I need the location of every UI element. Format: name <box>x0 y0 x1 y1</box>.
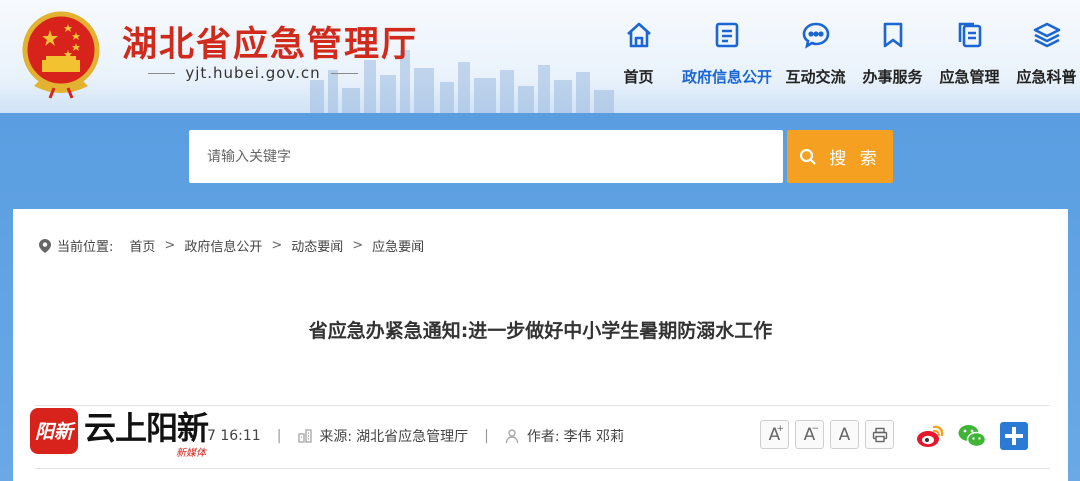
font-decrease-button[interactable]: A − <box>795 420 824 449</box>
watermark-text: 云上阳新 <box>84 409 209 447</box>
nav-label: 应急科普 <box>1016 68 1077 86</box>
plus-icon: + <box>776 424 784 434</box>
national-emblem-icon <box>22 11 100 99</box>
font-increase-button[interactable]: A + <box>760 420 789 449</box>
article-title: 省应急办紧急通知:进一步做好中小学生暑期防溺水工作 <box>308 320 773 342</box>
site-domain: yjt.hubei.gov.cn <box>148 64 359 82</box>
more-share-icon[interactable] <box>999 421 1029 451</box>
nav-label: 办事服务 <box>862 68 923 86</box>
search-box <box>189 130 783 183</box>
chat-icon <box>802 22 829 49</box>
breadcrumb-separator: > <box>352 238 364 253</box>
breadcrumb-emergency-news[interactable]: 应急要闻 <box>372 236 424 255</box>
search-button[interactable]: 搜 索 <box>787 130 893 183</box>
divider <box>148 72 176 74</box>
site-title: 湖北省应急管理厅 <box>122 24 419 65</box>
article-tools: A + A − A <box>760 420 894 449</box>
breadcrumb-news[interactable]: 动态要闻 <box>291 236 343 255</box>
search-button-label: 搜 索 <box>829 149 881 169</box>
breadcrumb-prefix: 当前位置: <box>57 240 114 255</box>
nav-item-services[interactable]: 办事服务 <box>854 20 931 87</box>
search-icon <box>800 148 817 165</box>
breadcrumb: 当前位置: 首页 > 政府信息公开 > 动态要闻 > 应急要闻 <box>39 236 424 255</box>
nav-item-home[interactable]: 首页 <box>600 20 677 87</box>
layers-icon <box>1033 22 1060 48</box>
home-icon <box>626 22 651 48</box>
nav-item-gov-info[interactable]: 政府信息公开 <box>677 20 777 87</box>
nav-label: 应急管理 <box>939 68 1000 86</box>
site-domain-text: yjt.hubei.gov.cn <box>185 64 321 82</box>
font-reset-label: A <box>838 424 851 445</box>
main-nav: 首页 政府信息公开 互动交流 办事服务 应急管理 应急科普 <box>600 20 1080 87</box>
nav-item-science[interactable]: 应急科普 <box>1008 20 1080 87</box>
breadcrumb-separator: > <box>164 238 176 253</box>
search-input[interactable] <box>189 130 783 183</box>
nav-item-interaction[interactable]: 互动交流 <box>777 20 854 87</box>
source-value: 湖北省应急管理厅 <box>356 429 469 445</box>
meta-separator: | <box>276 428 282 444</box>
minus-icon: − <box>811 424 819 434</box>
files-icon <box>958 22 981 48</box>
location-pin-icon <box>39 238 51 253</box>
author-label: 作者: <box>526 429 560 445</box>
nav-label: 首页 <box>623 68 654 86</box>
divider <box>330 72 359 74</box>
site-header: 湖北省应急管理厅 yjt.hubei.gov.cn 首页 政府信息公开 互动交流 <box>0 0 1080 113</box>
source-label: 来源: <box>319 429 353 445</box>
author-icon <box>505 429 519 444</box>
watermark-logo-text: 阳新 <box>35 421 74 443</box>
source-icon <box>298 429 313 443</box>
divider <box>35 405 1050 406</box>
watermark-subtext: 新媒体 <box>176 448 206 459</box>
nav-label: 互动交流 <box>785 68 846 86</box>
breadcrumb-gov-info[interactable]: 政府信息公开 <box>184 236 262 255</box>
font-reset-button[interactable]: A <box>830 420 859 449</box>
wechat-share-icon[interactable] <box>957 421 987 451</box>
watermark-logo: 阳新 <box>30 408 78 454</box>
meta-separator: | <box>484 428 489 444</box>
breadcrumb-home[interactable]: 首页 <box>129 236 155 255</box>
nav-label: 政府信息公开 <box>681 68 772 86</box>
nav-item-emergency-mgmt[interactable]: 应急管理 <box>931 20 1008 87</box>
weibo-share-icon[interactable] <box>915 421 945 451</box>
print-button[interactable] <box>865 420 894 449</box>
print-icon <box>872 427 887 442</box>
author-value: 李伟 邓莉 <box>563 429 625 445</box>
publish-time: 7 16:11 <box>207 428 261 444</box>
bookmark-icon <box>883 22 902 48</box>
divider <box>35 468 1050 469</box>
document-icon <box>715 22 739 48</box>
breadcrumb-separator: > <box>271 238 283 253</box>
